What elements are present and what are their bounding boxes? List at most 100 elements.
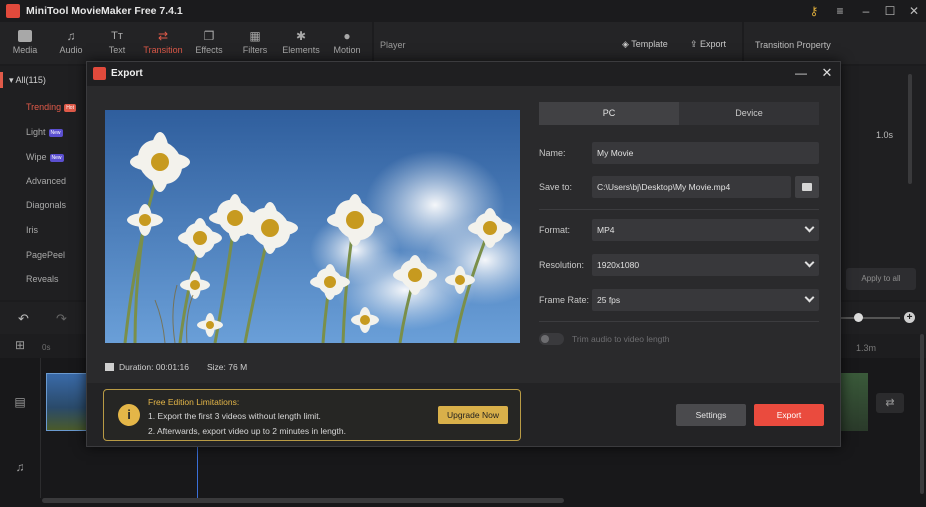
size-info: Size: 76 M (207, 362, 248, 372)
motion-icon: ● (343, 29, 351, 43)
frame-rate-select[interactable]: 25 fps (592, 289, 819, 311)
property-bar: Transition Property (744, 22, 926, 64)
minimize-icon[interactable]: – (858, 3, 874, 19)
category-advanced[interactable]: Advanced (26, 176, 66, 186)
save-to-label: Save to: (539, 182, 573, 192)
new-badge: New (49, 154, 64, 162)
video-clip[interactable] (840, 373, 868, 431)
toggle-knob (541, 335, 549, 343)
effects-icon: ❐ (203, 29, 215, 43)
toolbar-filters[interactable]: ▦ Filters (232, 22, 278, 64)
app-title: MiniTool MovieMaker Free 7.4.1 (26, 5, 183, 17)
toolbar-text[interactable]: Tт Text (94, 22, 140, 64)
text-icon: Tт (111, 30, 123, 42)
hot-badge: Hot (64, 104, 76, 112)
folder-icon (802, 183, 812, 191)
toolbar-motion[interactable]: ● Motion (324, 22, 370, 64)
resolution-label: Resolution: (539, 260, 585, 270)
chevron-down-icon (804, 292, 815, 303)
filters-icon: ▦ (249, 29, 261, 43)
template-button[interactable]: ◈ Template (622, 39, 668, 50)
toolbar-transition[interactable]: ⇄ Transition (140, 22, 186, 64)
property-panel: 1.0s Apply to all (842, 66, 926, 300)
transition-swap-icon[interactable]: ⇄ (876, 393, 904, 413)
form-divider (539, 209, 819, 210)
category-light[interactable]: Light New (26, 127, 63, 137)
notice-line: 2. Afterwards, export video up to 2 minu… (148, 426, 346, 436)
toolbar-media[interactable]: Media (2, 22, 48, 64)
dialog-header (87, 62, 840, 86)
tab-pc[interactable]: PC (539, 102, 679, 125)
trim-audio-label: Trim audio to video length (572, 334, 670, 344)
property-scrollbar[interactable] (908, 74, 912, 184)
toolbar-effects[interactable]: ❐ Effects (186, 22, 232, 64)
audio-icon: ♫ (66, 29, 76, 43)
app-logo-icon (6, 4, 20, 18)
notice-line: 1. Export the first 3 videos without len… (148, 411, 321, 421)
info-icon: i (118, 404, 140, 426)
elements-icon: ✱ (295, 29, 307, 43)
redo-icon[interactable]: ↷ (56, 311, 67, 327)
name-label: Name: (539, 148, 566, 158)
resolution-select[interactable]: 1920x1080 (592, 254, 819, 276)
trim-audio-toggle[interactable] (539, 333, 564, 345)
category-trending[interactable]: Trending Hot (26, 102, 76, 112)
close-icon[interactable]: ✕ (906, 3, 922, 19)
settings-button[interactable]: Settings (676, 404, 746, 426)
zoom-slider-thumb[interactable] (854, 313, 863, 322)
key-icon[interactable]: ⚷ (806, 3, 822, 19)
duration-info: Duration: 00:01:16 (105, 362, 189, 372)
player-bar: Player ◈ Template ⇪ Export (374, 22, 742, 64)
playhead[interactable] (197, 440, 198, 498)
dialog-footer: i Free Edition Limitations: 1. Export th… (87, 383, 840, 446)
name-input[interactable]: My Movie (592, 142, 819, 164)
template-icon: ◈ (622, 39, 632, 49)
category-diagonals[interactable]: Diagonals (26, 200, 66, 210)
apply-to-all-button[interactable]: Apply to all (846, 268, 916, 290)
menu-icon[interactable]: ≡ (832, 3, 848, 19)
new-badge: New (48, 129, 63, 137)
chevron-down-icon (804, 257, 815, 268)
zoom-in-icon[interactable]: + (904, 312, 915, 323)
category-reveals[interactable]: Reveals (26, 274, 59, 284)
save-path-input[interactable]: C:\Users\bj\Desktop\My Movie.mp4 (592, 176, 791, 198)
video-preview (105, 110, 520, 343)
export-dialog: Export — ✕ Duration: 00:01:16 Size: 76 M… (86, 61, 841, 447)
export-top-button[interactable]: ⇪ Export (690, 39, 726, 50)
free-edition-notice: i Free Edition Limitations: 1. Export th… (103, 389, 521, 441)
close-icon[interactable]: ✕ (819, 65, 835, 81)
format-label: Format: (539, 225, 571, 235)
track-divider (40, 358, 41, 498)
app-logo-icon (93, 67, 106, 80)
video-clip[interactable] (46, 373, 88, 431)
timeline-vertical-scrollbar[interactable] (920, 334, 924, 494)
ruler-start: 0s (42, 343, 51, 352)
toolbar-audio[interactable]: ♫ Audio (48, 22, 94, 64)
category-iris[interactable]: Iris (26, 225, 38, 235)
main-toolbar: Media ♫ Audio Tт Text ⇄ Transition ❐ Eff… (0, 22, 372, 64)
export-button[interactable]: Export (754, 404, 824, 426)
timeline-scrollbar[interactable] (42, 498, 564, 503)
toolbar-elements[interactable]: ✱ Elements (278, 22, 324, 64)
format-select[interactable]: MP4 (592, 219, 819, 241)
transition-icon: ⇄ (157, 29, 169, 43)
maximize-icon[interactable]: ☐ (882, 3, 898, 19)
duration-value: 1.0s (876, 130, 894, 140)
add-track-icon[interactable]: ⊞ (12, 338, 28, 354)
category-pagepeel[interactable]: PagePeel (26, 250, 65, 260)
undo-icon[interactable]: ↶ (18, 311, 29, 327)
upgrade-now-button[interactable]: Upgrade Now (438, 406, 508, 424)
browse-folder-button[interactable] (795, 176, 819, 198)
all-category[interactable]: ▾ All(115) (0, 72, 88, 88)
tab-device[interactable]: Device (679, 102, 819, 125)
category-wipe[interactable]: Wipe New (26, 152, 64, 162)
daisy-sky-image (105, 110, 520, 343)
ruler-mark: 1.3m (856, 343, 877, 353)
property-title: Transition Property (755, 40, 831, 50)
minimize-icon[interactable]: — (793, 66, 809, 82)
frame-rate-label: Frame Rate: (539, 295, 590, 305)
chevron-down-icon (804, 222, 815, 233)
player-label: Player (380, 40, 406, 50)
dialog-title: Export (111, 68, 143, 79)
film-icon (105, 363, 114, 371)
